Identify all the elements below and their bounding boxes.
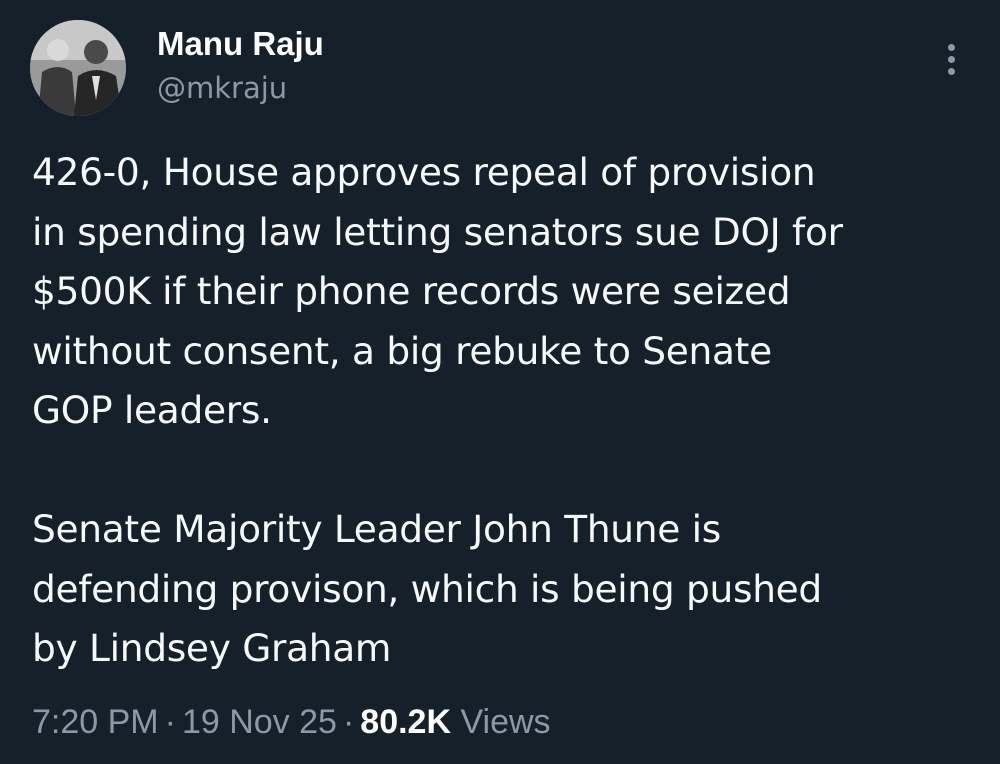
tweet-paragraph-2: Senate Majority Leader John Thune is def… [32, 507, 822, 670]
tweet-text: 426-0, House approves repeal of provisio… [32, 143, 977, 679]
more-options-icon[interactable] [934, 38, 968, 82]
tweet-metadata: 7:20 PM · 19 Nov 25 · 80.2K Views [32, 700, 551, 744]
tweet-paragraph-1: 426-0, House approves repeal of provisio… [32, 150, 843, 432]
views-label: Views [460, 703, 551, 741]
avatar[interactable] [30, 20, 126, 116]
separator: · [164, 703, 176, 741]
author-handle[interactable]: @mkraju [157, 70, 287, 106]
tweet-time[interactable]: 7:20 PM [32, 703, 159, 741]
tweet-date[interactable]: 19 Nov 25 [182, 703, 337, 741]
avatar-photo [30, 20, 126, 116]
views-count: 80.2K [360, 703, 452, 741]
tweet-card: Manu Raju @mkraju 426-0, House approves … [0, 0, 1000, 764]
separator: · [342, 703, 355, 741]
author-display-name[interactable]: Manu Raju [157, 24, 324, 64]
